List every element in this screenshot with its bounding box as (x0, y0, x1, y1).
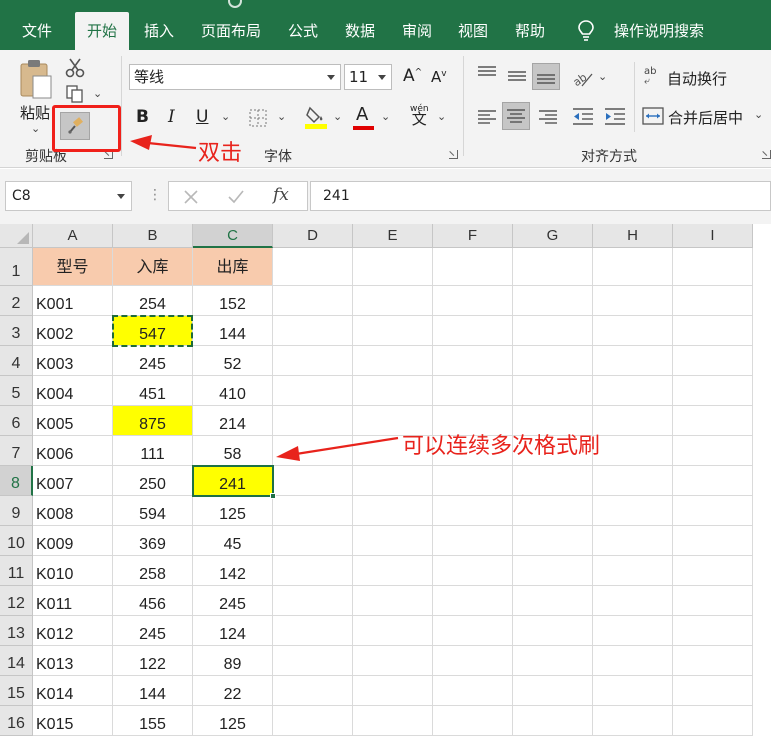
multi-use-arrow-head (276, 446, 300, 461)
double-click-arrow-head (130, 135, 152, 150)
multi-use-arrow-shaft (295, 436, 399, 456)
multi-use-annotation: 可以连续多次格式刷 (402, 434, 601, 459)
annotation-arrows (130, 135, 399, 461)
double-click-annotation: 双击 (198, 141, 243, 166)
double-click-arrow-shaft (147, 141, 197, 150)
